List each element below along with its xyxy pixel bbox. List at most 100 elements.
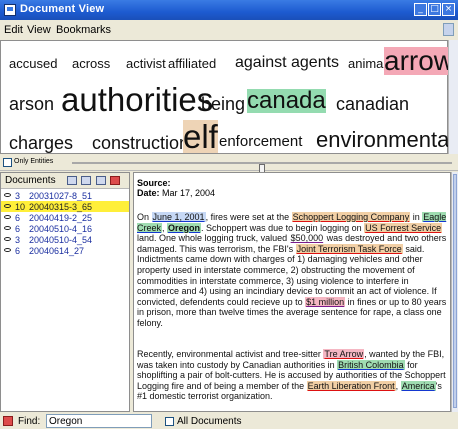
filter-slider-row: Only Entities [0, 155, 458, 175]
document-row[interactable]: 10 20040315-3_65 [1, 201, 129, 212]
document-hit-count: 3 [15, 235, 21, 245]
entity-highlight[interactable]: June 1, 2001 [151, 212, 206, 222]
documents-list: 3 20031027-8_51 10 20040315-3_65 6 20040419-2… [1, 190, 129, 256]
cloud-word-arrow[interactable]: arrow [384, 47, 455, 75]
cloud-word-elf[interactable]: elf [183, 120, 218, 153]
article-text-run: , [395, 380, 401, 391]
cloud-word-being[interactable]: being [201, 95, 245, 113]
document-hit-count: 10 [15, 202, 26, 212]
eye-icon[interactable] [4, 193, 11, 197]
entity-highlight[interactable]: Tre Arrow [323, 349, 365, 359]
cloud-word-animal[interactable]: animal [348, 57, 386, 70]
document-hit-count: 3 [15, 191, 21, 201]
document-view-window: Document View _ □ × Edit View Bookmarks … [0, 0, 458, 429]
cloud-word-activist[interactable]: activist [126, 57, 166, 70]
date-value: Mar 17, 2004 [162, 188, 216, 198]
eye-icon[interactable] [4, 204, 11, 208]
close-window-button[interactable]: × [442, 3, 455, 16]
entity-highlight[interactable]: Oregon [167, 222, 202, 233]
document-name: 20040614_27 [29, 246, 85, 256]
date-label: Date: [137, 188, 160, 198]
find-close-icon[interactable] [3, 416, 13, 426]
article-paragraph-1: On June 1, 2001, fires were set at the S… [137, 212, 447, 329]
article-text-run: . Schoppert was due to begin logging on [201, 222, 365, 233]
document-name: 20040315-3_65 [29, 202, 93, 212]
only-entities-checkbox[interactable] [3, 158, 12, 167]
entity-highlight[interactable]: America [400, 380, 436, 391]
all-documents-label: All Documents [177, 416, 242, 427]
document-name: 20040510-4_54 [29, 235, 93, 245]
list-icon[interactable] [96, 176, 106, 185]
cloud-word-enforcement[interactable]: enforcement [219, 134, 302, 149]
window-title: Document View [20, 3, 105, 15]
cloud-word-construction[interactable]: construction [92, 134, 189, 152]
cloud-word-against[interactable]: against [235, 55, 287, 71]
documents-panel: Documents 3 20031027-8_51 10 20040315-3_65 6… [0, 172, 130, 412]
eye-icon[interactable] [4, 237, 11, 241]
cloud-word-affiliated[interactable]: affiliated [168, 57, 216, 70]
source-label: Source: [137, 178, 171, 188]
document-name: 20040419-2_25 [29, 213, 93, 223]
document-row[interactable]: 6 20040510-4_16 [1, 223, 129, 234]
entity-highlight[interactable]: Schoppert Logging Company [291, 212, 411, 222]
article-text-panel: Source: Date: Mar 17, 2004 On June 1, 20… [133, 172, 451, 412]
word-cloud: accused across activist affiliated against ag… [0, 40, 454, 154]
find-label: Find: [18, 416, 41, 427]
entity-highlight[interactable]: Earth Liberation Front [306, 380, 396, 391]
document-row[interactable]: 6 20040614_27 [1, 245, 129, 256]
entity-highlight[interactable]: Joint Terrorism Task Force [295, 243, 403, 254]
eye-icon[interactable] [4, 248, 11, 252]
word-count-slider[interactable] [72, 162, 452, 175]
documents-header-label: Documents [5, 175, 56, 186]
article-paragraph-2: Recently, environmental activist and tre… [137, 349, 447, 402]
article-text-run: , fires were set at the [205, 212, 292, 222]
cloud-word-charges[interactable]: charges [9, 134, 73, 152]
document-row[interactable]: 3 20040510-4_54 [1, 234, 129, 245]
article-scroll-thumb[interactable] [453, 174, 457, 408]
find-bar: Find: All Documents [0, 413, 458, 429]
find-input[interactable] [46, 414, 152, 428]
document-row[interactable]: 3 20031027-8_51 [1, 190, 129, 201]
cloud-word-accused[interactable]: accused [9, 57, 57, 70]
cloud-word-canadian[interactable]: canadian [336, 95, 409, 113]
cloud-word-arson[interactable]: arson [9, 95, 54, 113]
all-documents-checkbox[interactable] [165, 417, 174, 426]
article-text-run: in [410, 212, 423, 222]
document-name: 20040510-4_16 [29, 224, 93, 234]
window-app-icon [4, 4, 16, 16]
entity-highlight[interactable]: $50,000 [290, 233, 325, 243]
menu-bar: Edit View Bookmarks [0, 21, 458, 39]
menu-toolbar-icon[interactable] [443, 23, 454, 36]
document-hit-count: 6 [15, 246, 21, 256]
documents-header: Documents [1, 173, 129, 189]
title-bar[interactable]: Document View _ □ × [0, 0, 458, 20]
document-hit-count: 6 [15, 224, 21, 234]
only-entities-label: Only Entities [14, 158, 54, 165]
cloud-word-environmental[interactable]: environmental [316, 129, 454, 151]
menu-bookmarks[interactable]: Bookmarks [56, 24, 111, 36]
maximize-button[interactable]: □ [428, 3, 441, 16]
entity-highlight[interactable]: $1 million [305, 296, 346, 307]
eye-icon[interactable] [4, 215, 11, 219]
menu-view[interactable]: View [27, 24, 51, 36]
cloud-word-agents[interactable]: agents [291, 55, 339, 71]
entity-highlight[interactable]: British Colombia [337, 359, 405, 370]
cloud-word-canada[interactable]: canada [247, 89, 326, 113]
article-text-run: On [137, 212, 152, 222]
entity-highlight[interactable]: US Forrest Service [364, 222, 443, 233]
article-scrollbar[interactable] [451, 172, 458, 412]
document-name: 20031027-8_51 [29, 191, 93, 201]
article-text-run: land. One whole logging truck, valued [137, 233, 290, 244]
document-row[interactable]: 6 20040419-2_25 [1, 212, 129, 223]
eye-icon[interactable] [81, 176, 91, 185]
close-list-icon[interactable] [110, 176, 120, 185]
minimize-button[interactable]: _ [414, 3, 427, 16]
cloud-word-authorities[interactable]: authorities [61, 83, 213, 116]
sort-icon[interactable] [67, 176, 77, 185]
menu-edit[interactable]: Edit [4, 24, 23, 36]
word-cloud-scrollbar[interactable] [448, 40, 458, 154]
eye-icon[interactable] [4, 226, 11, 230]
document-hit-count: 6 [15, 213, 21, 223]
date-line: Date: Mar 17, 2004 [137, 188, 215, 198]
cloud-word-across[interactable]: across [72, 57, 110, 70]
